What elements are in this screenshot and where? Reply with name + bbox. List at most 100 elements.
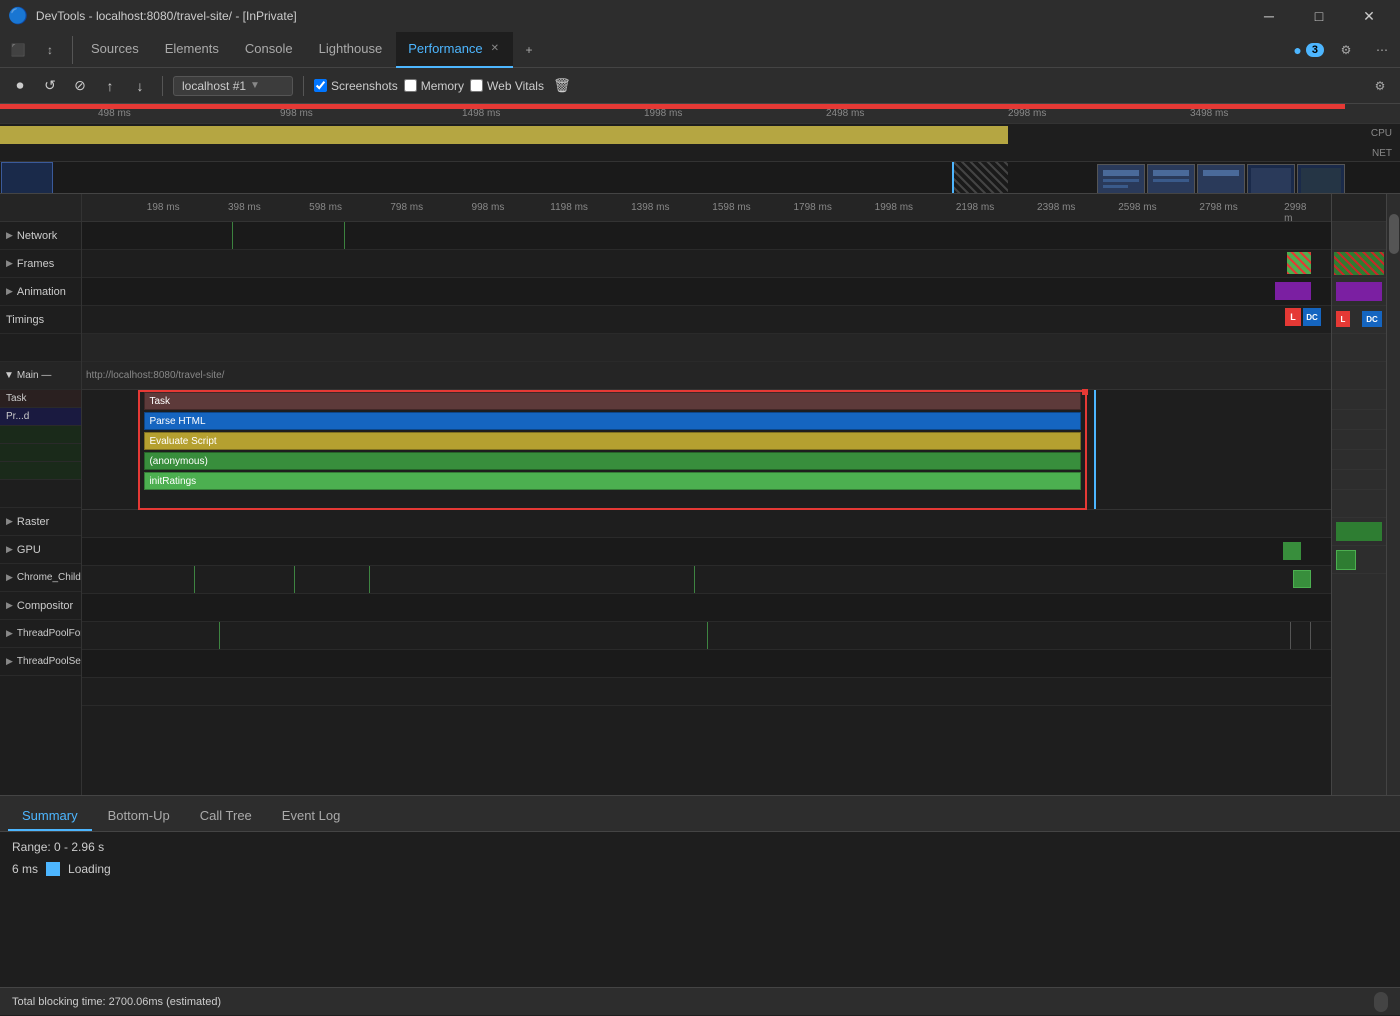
toolbar: ⏺ ↺ ⊘ ↑ ↓ localhost #1 ▼ Screenshots Mem… [0, 68, 1400, 104]
spacer-1 [0, 334, 81, 362]
track-label-threadpool-svc[interactable]: ▶ ThreadPoolServiceThread [0, 648, 81, 676]
spacer-flame-3 [0, 462, 81, 480]
detail-tick-1198: 1198 ms [550, 202, 588, 213]
settings-icon[interactable]: ⚙ [1332, 36, 1360, 64]
download-button[interactable]: ↓ [128, 74, 152, 98]
devtools-icon: 🔵 [8, 6, 28, 26]
vertical-scrollbar[interactable] [1386, 194, 1400, 795]
track-label-main[interactable]: ▼ Main — [0, 362, 81, 390]
track-label-task: Task [0, 390, 81, 408]
right-l-marker: L [1336, 311, 1350, 327]
trash-button[interactable]: 🗑 [550, 74, 574, 98]
compositor-arrow: ▶ [6, 600, 13, 611]
track-content-area: 198 ms 398 ms 598 ms 798 ms 998 ms 1198 … [82, 194, 1331, 795]
cpu-overview-bar: CPU [0, 124, 1400, 146]
right-flame-5 [1332, 470, 1386, 490]
flame-task-init-ratings[interactable]: initRatings [144, 472, 1081, 490]
url-display: localhost #1 ▼ [173, 76, 293, 96]
memory-checkbox[interactable]: Memory [404, 79, 464, 93]
tab-performance[interactable]: Performance ✕ [396, 32, 513, 68]
tab-add-button[interactable]: + [515, 36, 543, 64]
scrollbar-thumb[interactable] [1389, 214, 1399, 254]
refresh-button[interactable]: ↺ [38, 74, 62, 98]
selection-corner [1082, 389, 1088, 395]
long-task-bar [0, 104, 1345, 109]
performance-settings-icon[interactable]: ⚙ [1368, 74, 1392, 98]
track-label-frames[interactable]: ▶ Frames [0, 250, 81, 278]
detail-tick-2198: 2198 ms [956, 202, 994, 213]
screenshots-checkbox[interactable]: Screenshots [314, 79, 398, 93]
track-label-animation[interactable]: ▶ Animation [0, 278, 81, 306]
track-label-chrome-child[interactable]: ▶ Chrome_ChildIOThread [0, 564, 81, 592]
tab-bottom-up[interactable]: Bottom-Up [94, 801, 184, 831]
track-row-threadpool-fg [82, 650, 1331, 678]
upload-button[interactable]: ↑ [98, 74, 122, 98]
ruler-tick-5: 2498 ms [826, 108, 864, 119]
toolbar-divider-2 [303, 76, 304, 96]
web-vitals-checkbox[interactable]: Web Vitals [470, 79, 544, 93]
cancel-button[interactable]: ⊘ [68, 74, 92, 98]
close-button[interactable]: ✕ [1346, 0, 1392, 32]
ruler-spacer [0, 194, 81, 222]
track-label-network[interactable]: ▶ Network [0, 222, 81, 250]
right-mini-panel: L DC [1331, 194, 1386, 795]
record-button[interactable]: ⏺ [8, 74, 32, 98]
timeline-overview[interactable]: 498 ms 998 ms 1498 ms 1998 ms 2498 ms 29… [0, 104, 1400, 194]
below-flame-spacer [82, 510, 1331, 538]
marker-line-2 [344, 222, 345, 249]
status-scrollbar [1374, 992, 1388, 1012]
toolbar-divider-1 [162, 76, 163, 96]
spacer-row [82, 334, 1331, 362]
flame-task-anonymous[interactable]: (anonymous) [144, 452, 1081, 470]
tab-call-tree[interactable]: Call Tree [186, 801, 266, 831]
tab-performance-close[interactable]: ✕ [489, 41, 501, 56]
tab-event-log[interactable]: Event Log [268, 801, 355, 831]
range-display: Range: 0 - 2.96 s [12, 840, 1388, 854]
ruler-tick-4: 1998 ms [644, 108, 682, 119]
track-label-raster[interactable]: ▶ Raster [0, 508, 81, 536]
screenshot-3 [1197, 164, 1245, 194]
detail-tick-598: 598 ms [309, 202, 342, 213]
bottom-content: Range: 0 - 2.96 s 6 ms Loading [0, 832, 1400, 987]
flame-task-task[interactable]: Task [144, 392, 1081, 410]
flame-task-evaluate-script[interactable]: Evaluate Script [144, 432, 1081, 450]
track-label-timings[interactable]: Timings [0, 306, 81, 334]
gpu-arrow: ▶ [6, 544, 13, 555]
inspect-icon[interactable]: ↕ [36, 36, 64, 64]
track-label-gpu[interactable]: ▶ GPU [0, 536, 81, 564]
detail-tick-1798: 1798 ms [793, 202, 831, 213]
gpu-indicator [1293, 570, 1311, 588]
flame-task-parse-html[interactable]: Parse HTML [144, 412, 1081, 430]
track-row-gpu [82, 566, 1331, 594]
screenshot-1 [1097, 164, 1145, 194]
track-label-threadpool-fg[interactable]: ▶ ThreadPoolForegroundWorker [0, 620, 81, 648]
right-animation-fill [1336, 282, 1382, 301]
track-label-compositor[interactable]: ▶ Compositor [0, 592, 81, 620]
url-dropdown-icon[interactable]: ▼ [250, 80, 260, 91]
track-row-timings: L DC [82, 306, 1331, 334]
tab-elements[interactable]: Elements [153, 32, 231, 68]
right-ruler-spacer [1332, 194, 1386, 222]
right-frames-fill [1334, 252, 1384, 275]
tab-summary[interactable]: Summary [8, 801, 92, 831]
minimize-button[interactable]: ─ [1246, 0, 1292, 32]
badge-area: ● 3 [1293, 42, 1324, 58]
right-flame-3 [1332, 430, 1386, 450]
maximize-button[interactable]: □ [1296, 0, 1342, 32]
tab-sources[interactable]: Sources [79, 32, 151, 68]
detail-tick-2798: 2798 ms [1199, 202, 1237, 213]
tab-console[interactable]: Console [233, 32, 305, 68]
detail-tick-2998: 2998 m [1284, 202, 1315, 222]
more-tools-icon[interactable]: ⋯ [1368, 36, 1396, 64]
tab-lighthouse[interactable]: Lighthouse [307, 32, 395, 68]
title-bar-title: DevTools - localhost:8080/travel-site/ -… [36, 9, 1238, 23]
screen-cast-icon[interactable]: ⬛ [4, 36, 32, 64]
right-spacer-row [1332, 334, 1386, 362]
tab-bar-right: ● 3 ⚙ ⋯ [1293, 36, 1396, 64]
loading-bar-row: 6 ms Loading [12, 862, 1388, 876]
tab-bar-left-icons: ⬛ ↕ [4, 36, 73, 64]
flame-chart-container[interactable]: Task Parse HTML Evaluate Script (anonymo… [82, 390, 1331, 510]
spacer-flame-2 [0, 444, 81, 462]
screenshot-svg-2 [1148, 165, 1194, 194]
track-row-network [82, 222, 1331, 250]
